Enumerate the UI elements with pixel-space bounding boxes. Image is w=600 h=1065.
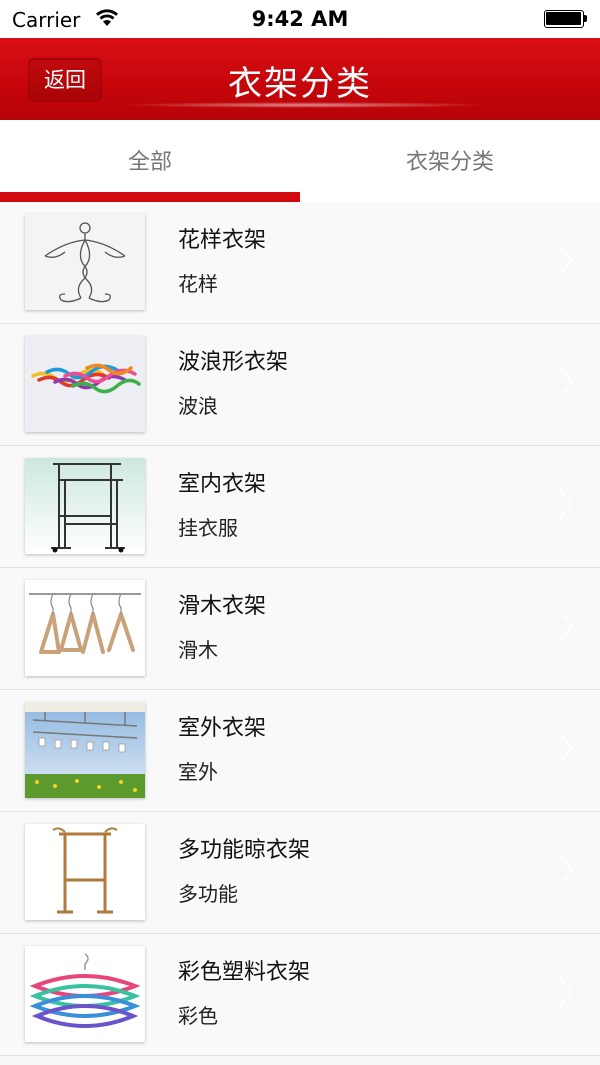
list-item[interactable]: 室外衣架 室外 <box>0 690 600 812</box>
item-thumbnail <box>25 336 145 432</box>
chevron-right-icon <box>559 611 574 641</box>
chevron-right-icon <box>559 489 574 519</box>
list-item[interactable]: 多功能晾衣架 多功能 <box>0 812 600 934</box>
status-bar: Carrier 9:42 AM <box>0 0 600 38</box>
item-subtitle: 波浪 <box>178 394 218 418</box>
navigation-bar: 返回 衣架分类 <box>0 38 600 120</box>
item-thumbnail <box>25 824 145 920</box>
chevron-right-icon <box>559 855 574 885</box>
item-thumbnail <box>25 580 145 676</box>
list-item[interactable]: 彩色塑料衣架 彩色 <box>0 934 600 1056</box>
wooden-stand-image <box>25 824 145 920</box>
item-title: 多功能晾衣架 <box>178 838 311 863</box>
chevron-right-icon <box>559 245 574 275</box>
wire-hanger-image <box>25 214 145 310</box>
item-subtitle: 花样 <box>178 272 218 296</box>
item-thumbnail <box>25 458 145 554</box>
item-title: 彩色塑料衣架 <box>178 960 311 985</box>
item-thumbnail <box>25 702 145 798</box>
item-subtitle: 滑木 <box>178 638 218 662</box>
list-item[interactable]: 室内衣架 挂衣服 <box>0 446 600 568</box>
item-subtitle: 多功能 <box>178 882 238 906</box>
chevron-right-icon <box>559 977 574 1007</box>
tab-categories[interactable]: 衣架分类 <box>300 120 600 202</box>
item-thumbnail <box>25 214 145 310</box>
item-subtitle: 挂衣服 <box>178 516 238 540</box>
plastic-hangers-image <box>25 946 145 1042</box>
hanger-list: 花样衣架 花样 波浪形衣架 波浪 室内衣架 挂衣服 滑木衣架 滑木 室外衣架 室… <box>0 202 600 1056</box>
list-item[interactable]: 花样衣架 花样 <box>0 202 600 324</box>
clock: 9:42 AM <box>251 7 349 31</box>
item-title: 花样衣架 <box>178 228 267 253</box>
item-thumbnail <box>25 946 145 1042</box>
indoor-rack-image <box>25 458 145 554</box>
chevron-right-icon <box>559 733 574 763</box>
wooden-hangers-image <box>25 580 145 676</box>
item-title: 室外衣架 <box>178 716 267 741</box>
wave-hanger-image <box>25 336 145 432</box>
item-title: 滑木衣架 <box>178 594 267 619</box>
segment-tabs: 全部 衣架分类 <box>0 120 600 202</box>
battery-icon <box>544 10 588 28</box>
active-tab-indicator <box>0 192 300 202</box>
page-title: 衣架分类 <box>228 64 372 104</box>
tab-all[interactable]: 全部 <box>0 120 300 202</box>
list-item[interactable]: 波浪形衣架 波浪 <box>0 324 600 446</box>
item-title: 波浪形衣架 <box>178 350 289 375</box>
outdoor-rack-image <box>25 702 145 798</box>
chevron-right-icon <box>559 367 574 397</box>
list-item[interactable]: 滑木衣架 滑木 <box>0 568 600 690</box>
item-subtitle: 室外 <box>178 760 218 784</box>
item-title: 室内衣架 <box>178 472 267 497</box>
item-subtitle: 彩色 <box>178 1004 218 1028</box>
